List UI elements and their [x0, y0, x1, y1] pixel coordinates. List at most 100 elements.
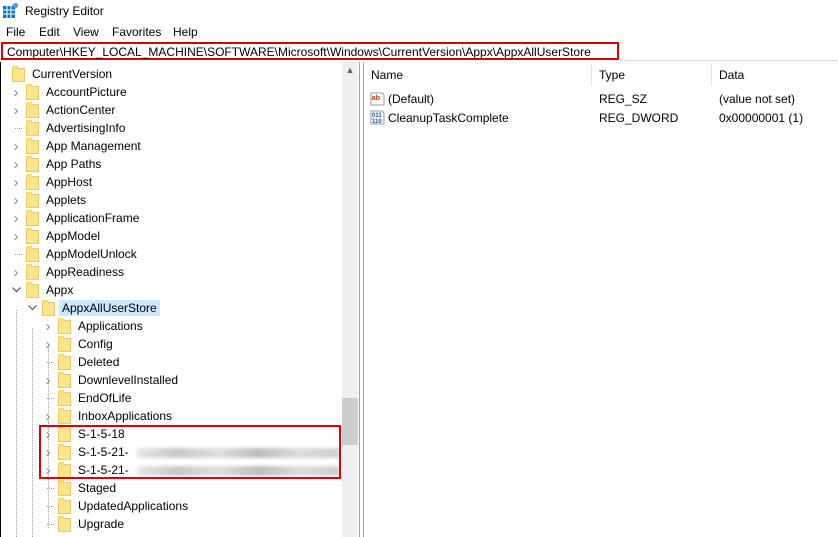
chevron-right-icon[interactable]: › — [10, 191, 22, 209]
folder-icon — [58, 516, 72, 532]
tree-item-label: AppxAllUserStore — [59, 300, 160, 316]
tree-item[interactable]: Appx — [10, 281, 76, 299]
tree-item[interactable]: › S-1-5-21- — [42, 461, 339, 479]
folder-icon — [58, 318, 72, 334]
tree-item[interactable]: CurrentVersion — [4, 65, 115, 83]
tree-item-label: ActionCenter — [46, 103, 116, 117]
tree-item-label: Applications — [78, 319, 143, 333]
folder-icon — [26, 120, 40, 136]
scroll-up-arrow-icon[interactable]: ▲ — [342, 62, 358, 78]
chevron-right-icon[interactable]: › — [10, 83, 22, 101]
tree-item[interactable]: › ApplicationFrame — [10, 209, 142, 227]
chevron-right-icon[interactable]: › — [10, 227, 22, 245]
value-type: REG_SZ — [599, 92, 648, 106]
tree-item-label: InboxApplications — [78, 409, 173, 423]
scroll-thumb[interactable] — [342, 398, 358, 445]
menu-favorites[interactable]: Favorites — [112, 25, 161, 39]
tree-scrollbar[interactable]: ▲ — [342, 62, 358, 537]
folder-icon — [58, 426, 72, 442]
tree-item-label: AppReadiness — [46, 265, 125, 279]
svg-text:ab: ab — [372, 93, 381, 102]
tree-item-label: AppModel — [46, 229, 101, 243]
folder-icon — [58, 462, 72, 478]
tree-item[interactable]: AppxAllUserStore — [26, 299, 160, 317]
folder-icon — [58, 498, 72, 514]
folder-icon — [26, 210, 40, 226]
tree-item-label: S-1-5-18 — [78, 427, 125, 441]
chevron-right-icon[interactable]: › — [10, 137, 22, 155]
menu-file[interactable]: File — [6, 25, 25, 39]
tree-item[interactable]: Upgrade — [42, 515, 127, 533]
value-name: CleanupTaskComplete — [388, 111, 509, 125]
tree-item[interactable]: › AppHost — [10, 173, 95, 191]
chevron-right-icon[interactable]: › — [42, 317, 54, 335]
tree-item[interactable]: › AppReadiness — [10, 263, 127, 281]
redacted-text — [137, 448, 339, 458]
tree-item[interactable]: › Config — [42, 335, 116, 353]
tree-item[interactable]: › App Paths — [10, 155, 104, 173]
tree-item[interactable]: Deleted — [42, 353, 122, 371]
chevron-right-icon[interactable]: › — [10, 101, 22, 119]
chevron-right-icon[interactable]: › — [10, 155, 22, 173]
address-bar-extension — [619, 42, 838, 61]
tree-item-label: App Management — [46, 139, 141, 153]
tree-item-label: AppHost — [46, 175, 93, 189]
value-row[interactable]: ab (Default) REG_SZ (value not set) — [364, 90, 838, 108]
folder-icon — [58, 336, 72, 352]
tree-connector — [10, 245, 22, 263]
folder-icon — [26, 102, 40, 118]
column-header-data[interactable]: Data — [719, 68, 744, 82]
tree-item[interactable]: EndOfLife — [42, 389, 134, 407]
menu-edit[interactable]: Edit — [39, 25, 60, 39]
column-separator[interactable] — [591, 64, 592, 86]
tree-item-label: App Paths — [46, 157, 102, 171]
chevron-down-icon[interactable] — [26, 299, 38, 317]
address-bar[interactable]: Computer\HKEY_LOCAL_MACHINE\SOFTWARE\Mic… — [1, 42, 619, 60]
folder-icon — [26, 84, 40, 100]
chevron-down-icon[interactable] — [10, 281, 22, 299]
address-path[interactable]: Computer\HKEY_LOCAL_MACHINE\SOFTWARE\Mic… — [7, 45, 591, 59]
tree-guide-line — [32, 328, 33, 537]
folder-icon — [26, 228, 40, 244]
tree-item-label: AdvertisingInfo — [46, 121, 126, 135]
folder-icon — [58, 408, 72, 424]
tree-item-label: Upgrade — [78, 517, 125, 531]
chevron-right-icon[interactable]: › — [10, 263, 22, 281]
tree-item[interactable]: › Applications — [42, 317, 146, 335]
tree-item-label: Staged — [78, 481, 117, 495]
menu-view[interactable]: View — [73, 25, 99, 39]
folder-icon — [26, 174, 40, 190]
column-separator[interactable] — [711, 64, 712, 86]
tree-connector — [4, 65, 8, 83]
tree-item[interactable]: › S-1-5-21- — [42, 443, 339, 461]
column-header-name[interactable]: Name — [371, 68, 403, 82]
value-row[interactable]: 011 110 CleanupTaskComplete REG_DWORD 0x… — [364, 109, 838, 127]
value-data: 0x00000001 (1) — [719, 111, 804, 125]
tree-item[interactable]: › InboxApplications — [42, 407, 175, 425]
tree-item[interactable]: UpdatedApplications — [42, 497, 191, 515]
tree-item[interactable]: › ActionCenter — [10, 101, 118, 119]
tree-item[interactable]: Staged — [42, 479, 119, 497]
column-header-type[interactable]: Type — [599, 68, 625, 82]
tree-item-label: Applets — [46, 193, 87, 207]
folder-icon — [26, 264, 40, 280]
tree-item[interactable]: › Applets — [10, 191, 89, 209]
tree-item[interactable]: › DownlevelInstalled — [42, 371, 181, 389]
folder-icon — [58, 480, 72, 496]
chevron-right-icon[interactable]: › — [10, 173, 22, 191]
tree-item-label: EndOfLife — [78, 391, 132, 405]
tree-item[interactable]: AppModelUnlock — [10, 245, 140, 263]
tree-guide-line — [48, 346, 49, 528]
tree-item[interactable]: › S-1-5-18 — [42, 425, 128, 443]
menu-help[interactable]: Help — [173, 25, 198, 39]
tree-item-label: Config — [78, 337, 113, 351]
tree-item[interactable]: AdvertisingInfo — [10, 119, 128, 137]
tree-item-label: S-1-5-21- — [75, 444, 339, 460]
registry-editor-icon — [3, 3, 18, 18]
tree-item-label: CurrentVersion — [32, 67, 113, 81]
chevron-right-icon[interactable]: › — [10, 209, 22, 227]
tree-item[interactable]: › AppModel — [10, 227, 103, 245]
tree-item-label: UpdatedApplications — [78, 499, 189, 513]
tree-item[interactable]: › AccountPicture — [10, 83, 130, 101]
tree-item[interactable]: › App Management — [10, 137, 144, 155]
